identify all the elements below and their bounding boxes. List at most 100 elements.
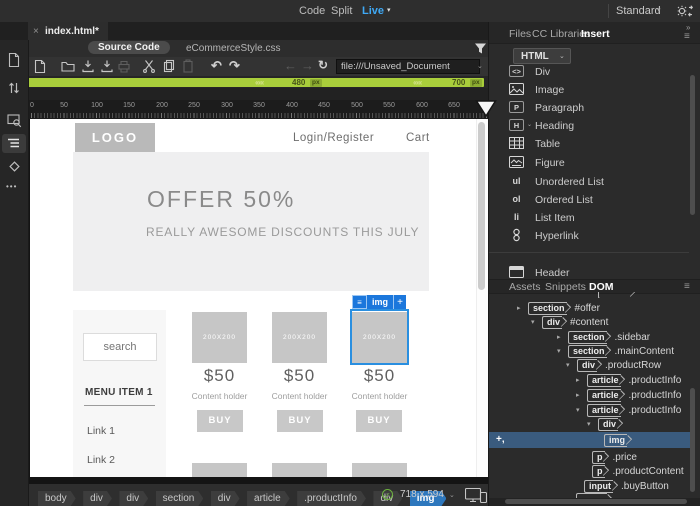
save-icon[interactable] [81,59,95,73]
dom-tag[interactable]: img [604,433,628,447]
buy-button-2[interactable]: BUY [277,410,323,432]
page-search-input[interactable] [83,333,157,361]
device-preview-icon[interactable] [465,488,487,503]
workspace-dropdown-icon[interactable]: ▾ [657,6,661,14]
chevron-down-icon[interactable]: ▾ [576,406,584,414]
buy-button-1[interactable]: BUY [197,410,243,432]
dom-row-article-productinfo-3[interactable]: ▾ article .productInfo [489,403,689,417]
workspace-selector[interactable]: Standard [616,5,661,17]
media-query-diamond-icon[interactable] [7,159,22,174]
dom-tag[interactable]: section [528,301,567,315]
lint-ok-check-icon[interactable]: ✓ [382,489,393,500]
tag-crumb[interactable]: article [247,491,290,506]
page-login-link[interactable]: Login/Register [293,132,374,144]
dom-row-section-maincontent[interactable]: ▾ section .mainContent [489,344,689,358]
insert-category-dropdown[interactable]: HTML ⌄ [513,48,571,64]
dom-tag[interactable]: div [577,358,598,372]
dom-panel-toggle-active[interactable] [2,134,26,153]
page-cart-link[interactable]: Cart [406,132,430,144]
dom-row-img-selected[interactable]: img [489,433,689,447]
save-all-icon[interactable] [100,59,114,73]
dom-tag[interactable]: p [592,464,605,478]
view-mode-code[interactable]: Code [299,5,325,17]
insert-item-paragraph[interactable]: P Paragraph [489,100,687,116]
related-file-source-code[interactable]: Source Code [88,41,170,54]
tag-crumb[interactable]: body [38,491,76,506]
tag-crumb[interactable]: div [83,491,112,506]
insert-item-figure[interactable]: Figure [489,155,687,171]
sync-settings-gear-icon[interactable] [676,4,694,18]
print-icon[interactable] [117,60,131,73]
product-image-1[interactable]: 200X200 [192,312,247,363]
tag-crumb[interactable]: div [211,491,240,506]
paste-icon[interactable] [181,59,195,73]
more-options-dots-icon[interactable]: ••• [6,182,17,191]
dom-row-p-price[interactable]: p .price [489,450,689,464]
viewport-size-value[interactable]: 718 x 594 [400,489,444,500]
document-tab[interactable]: × index.html* [28,22,108,40]
page-link-2[interactable]: Link 2 [87,454,115,466]
tab-files[interactable]: Files [509,28,531,40]
insert-item-unordered-list[interactable]: ul Unordered List [489,174,687,190]
chevron-down-icon[interactable]: ▾ [531,318,539,326]
open-file-icon[interactable] [61,60,75,72]
dom-row-input-buybutton[interactable]: input .buyButton [489,479,689,493]
document-tab-title[interactable]: index.html* [45,26,99,37]
insert-item-table[interactable]: Table [489,136,687,152]
view-mode-live[interactable]: Live [362,5,384,17]
insert-item-hyperlink[interactable]: Hyperlink [489,228,687,244]
file-manage-icon[interactable] [7,52,21,68]
heading-dropdown-icon[interactable]: ⌄ [527,121,532,128]
cut-icon[interactable] [142,59,156,73]
chevron-right-icon[interactable]: ▸ [576,376,584,384]
dom-panel-menu-icon[interactable]: ≡ [684,281,690,292]
element-display-hud[interactable]: ≡ img + [352,295,406,309]
dom-row-div[interactable]: ▾ div [489,417,689,431]
insert-panel-menu-icon[interactable]: ≡ [684,31,690,42]
related-file-css[interactable]: eCommerceStyle.css [186,43,280,54]
size-marker-480[interactable]: 480 [292,78,305,87]
chevron-right-icon[interactable]: ▸ [576,391,584,399]
copy-icon[interactable] [162,59,176,73]
dom-tag[interactable]: article [587,388,621,402]
file-sync-arrows-icon[interactable] [7,80,21,96]
filter-funnel-icon[interactable] [474,42,487,55]
insert-item-ordered-list[interactable]: ol Ordered List [489,192,687,208]
chevron-down-icon[interactable]: ▾ [557,347,565,355]
live-inspect-icon[interactable] [7,113,22,128]
dom-scrollbar-horizontal-thumb[interactable] [505,499,687,504]
insert-item-div[interactable]: <> Div [489,64,687,80]
dom-row-section-sidebar[interactable]: ▸ section .sidebar [489,330,689,344]
page-link-1[interactable]: Link 1 [87,425,115,437]
buy-button-3[interactable]: BUY [356,410,402,432]
dom-row-div-content[interactable]: ▾ div #content [489,315,689,329]
dom-tag[interactable]: section [568,344,607,358]
chevron-right-icon[interactable]: ▸ [517,304,525,312]
dom-tag[interactable]: div [598,417,619,431]
new-document-icon[interactable] [33,59,47,74]
dom-row-section-offer[interactable]: ▸ section #offer [489,301,689,315]
dom-row-article-productinfo-2[interactable]: ▸ article .productInfo [489,388,689,402]
page-logo[interactable]: LOGO [75,123,155,152]
hud-drag-handle-icon[interactable]: ≡ [352,295,367,309]
insert-scrollbar-thumb[interactable] [690,75,695,215]
dom-tag[interactable]: p [592,450,605,464]
dom-tag[interactable]: div [542,315,563,329]
dom-tag[interactable]: article [587,373,621,387]
refresh-icon[interactable]: ↻ [318,59,328,72]
canvas-scrollbar-thumb[interactable] [478,122,485,290]
view-mode-split[interactable]: Split [331,5,352,17]
tag-crumb[interactable]: .productInfo [297,491,366,506]
dom-scrollbar-vertical-thumb[interactable] [690,388,695,492]
size-marker-700[interactable]: 700 [452,78,465,87]
insert-item-list-item[interactable]: li List Item [489,210,687,226]
dom-row-article-productinfo-1[interactable]: ▸ article .productInfo [489,373,689,387]
insert-item-image[interactable]: Image [489,82,687,98]
media-query-bar[interactable]: ‹‹‹‹‹ 480 px ‹‹‹‹‹ 700 px [28,78,484,87]
chevron-down-icon[interactable]: ▾ [587,420,595,428]
tab-insert[interactable]: Insert [581,28,610,40]
undo-icon[interactable]: ↶ [211,59,222,72]
chevron-down-icon[interactable]: ▾ [566,361,574,369]
close-tab-icon[interactable]: × [33,26,39,37]
dom-tag[interactable]: article [587,403,621,417]
